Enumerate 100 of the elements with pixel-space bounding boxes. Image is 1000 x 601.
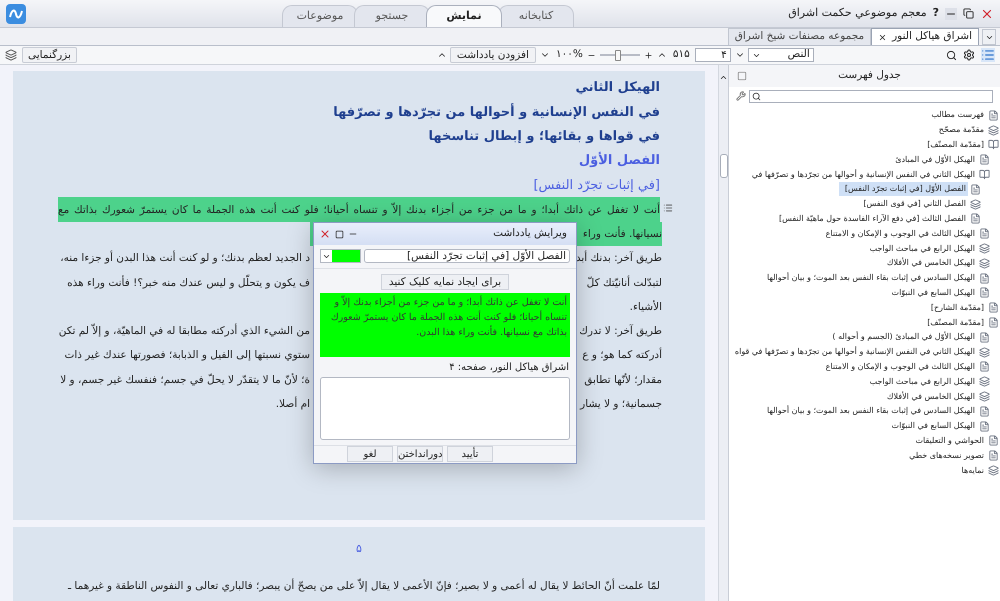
- layers-icon: [970, 198, 981, 210]
- text-line: جسمانية؛ و لا يشار: [580, 397, 662, 412]
- close-icon[interactable]: [319, 228, 331, 240]
- document-icon: [988, 450, 999, 462]
- main-tab[interactable]: موضوعات: [282, 5, 358, 27]
- tree-item[interactable]: الهيكل الثالث في الوجوب و الإمكان و الامتناع: [824, 360, 977, 374]
- help-button[interactable]: ?: [932, 5, 939, 22]
- document-icon: [979, 287, 990, 298]
- layers-icon: [988, 124, 999, 136]
- document-icon: [979, 154, 990, 166]
- tree-item[interactable]: الهيكل الرابع في مباحث الواجب: [868, 374, 977, 389]
- tree-item[interactable]: الهيكل السادس في إثبات بقاء النفس بعد الموت؛ و بيان أحوالها: [764, 404, 977, 418]
- source-label: اشراق هياكل النور، صفحه: ۴: [449, 362, 569, 373]
- zoom-in-icon[interactable]: [644, 50, 653, 60]
- tree-item[interactable]: الهيكل السابع في النبوّات: [890, 286, 977, 300]
- document-icon: [988, 435, 999, 446]
- panel-title: جدول فهرست: [837, 68, 902, 84]
- document-icon: [988, 302, 999, 314]
- tree-item[interactable]: الهيكل الثاني في النفس الإنسانية و أحوالها من تجرّدها و تصرّفها في: [750, 168, 977, 182]
- tab-list-dropdown[interactable]: [982, 29, 996, 45]
- close-tab-icon[interactable]: [878, 32, 888, 42]
- document-icon: [979, 332, 990, 343]
- layers-icon: [979, 243, 990, 254]
- text-line: الأشياء.: [630, 299, 662, 315]
- tree-item[interactable]: الهيكل الخامس في الأفلاك: [884, 390, 977, 404]
- main-tab[interactable]: جستجو: [354, 5, 430, 27]
- page-count: ۵۱۵: [672, 47, 690, 62]
- layers-icon: [988, 465, 999, 476]
- dialog-button[interactable]: تأیید: [447, 446, 493, 462]
- document-icon: [988, 110, 999, 121]
- text-line: لمّا علمت أنّ الحائط لا يقال له أعمى و لا بصير؛ فإنّ الأعمى لا يقال إلاّ على من يصحّ أن يبصر؛ فالباري تعالى و النفوس الناطقة و غيرهما ـ: [68, 580, 660, 592]
- document-icon: [979, 406, 990, 417]
- minimize-icon[interactable]: [945, 8, 957, 20]
- tree-item[interactable]: الهيكل الأوّل في المبادئ (الجسم و أحواله ): [830, 330, 977, 344]
- tree-item[interactable]: الهيكل الأوّل في المبادئ: [893, 152, 977, 167]
- text-line: طريق آخر: لا تدرك: [579, 323, 662, 340]
- document-icon: [988, 317, 999, 328]
- text-line: لتبدّلت أنانيّتك كلّ: [586, 274, 662, 291]
- dialog-button[interactable]: دورانداختن: [397, 446, 443, 462]
- document-tab[interactable]: اشراق هياكل النور: [871, 28, 979, 45]
- tree-item[interactable]: [مقدّمة الشارح]: [928, 300, 986, 315]
- book-icon: [979, 169, 990, 180]
- tree-item[interactable]: الهيكل الثالث في الوجوب و الإمكان و الامتناع: [824, 226, 977, 241]
- search-icon[interactable]: [946, 50, 957, 60]
- heading: الفصل الأوّل: [578, 151, 660, 170]
- text-line: ة؛ لأنّ ما لا يتقدّر لا يحلّ في جسم؛ فنفسك غير جسم، و لا: [60, 372, 310, 388]
- heading-field[interactable]: الفصل الأوّل [في إثبات تجرّد النفس]: [364, 249, 570, 263]
- settings-icon[interactable]: [963, 49, 975, 61]
- tree-item[interactable]: الهيكل الرابع في مباحث الواجب: [868, 242, 977, 256]
- color-dropdown[interactable]: [320, 249, 361, 263]
- scrollbar[interactable]: [718, 65, 728, 601]
- layers-icon[interactable]: [5, 49, 17, 61]
- zoom-slider[interactable]: [600, 49, 640, 61]
- document-icon: [979, 420, 990, 432]
- text-line: ستوي نسبتها إلى الفيل و الذبابة؛ فصورتها عندك غير ذات: [64, 348, 310, 364]
- tree-item[interactable]: [مقدّمة المصنّف]: [925, 138, 986, 152]
- text-line: ام أصلا.: [276, 396, 310, 412]
- slider-thumb[interactable]: [614, 50, 621, 60]
- tree-item[interactable]: الهيكل الخامس في الأفلاك: [884, 256, 977, 270]
- tree-item[interactable]: مقدّمة مصحّح: [936, 123, 986, 138]
- document-icon: [970, 184, 981, 195]
- restore-icon[interactable]: [963, 8, 974, 19]
- text-line: د الجديد لعظم بدنك؛ و لو كنت أنت هذا البدن أو جزءا منه،: [60, 250, 310, 266]
- tree-item[interactable]: تصوير نسخه‌های خطي: [907, 448, 986, 463]
- add-note-button[interactable]: افزودن یادداشت: [450, 47, 536, 63]
- panel-icon[interactable]: [737, 71, 747, 81]
- view-select[interactable]: النص: [748, 48, 814, 62]
- layers-icon: [979, 346, 990, 358]
- document-tab[interactable]: مجموعه مصنفات شيخ اشراق: [728, 28, 872, 45]
- maximize-icon[interactable]: [335, 230, 344, 238]
- heading: في النفس الإنسانية و أحوالها من تجرّدها و تصرّفها: [333, 102, 660, 122]
- scroll-thumb[interactable]: [720, 154, 728, 178]
- wrench-icon[interactable]: [736, 91, 746, 101]
- tree-item[interactable]: الهيكل السابع في النبوّات: [890, 419, 977, 434]
- heading: في قواها و بقائها؛ و إبطال تناسخها: [428, 128, 660, 146]
- page-field[interactable]: ۴: [694, 48, 731, 62]
- document-icon: [979, 228, 990, 240]
- dialog-button[interactable]: لغو: [347, 446, 393, 462]
- heading: الهيكل الثاني: [576, 79, 660, 98]
- search-field[interactable]: [749, 90, 993, 102]
- tree-item[interactable]: الهيكل السادس في إثبات بقاء النفس بعد الموت؛ و بيان أحوالها: [764, 271, 977, 286]
- tree-item[interactable]: فهرست مطالب: [929, 108, 986, 122]
- tree-item[interactable]: الفصل الثالث [في دفع الآراء الفاسدة حول ماهيّة النفس]: [777, 212, 968, 226]
- app-logo-icon: [6, 4, 26, 24]
- magnify-button[interactable]: بزرگنمایی: [22, 47, 77, 63]
- tree-item[interactable]: [مقدّمة المصنّف]: [925, 316, 986, 330]
- tree-item[interactable]: الفصل الثاني [في قوى النفس]: [861, 197, 968, 212]
- book-icon: [988, 139, 999, 150]
- tree-item[interactable]: الهيكل الثاني في النفس الإنسانية و أحوالها من تجرّدها و تصرّفها في قواه: [732, 345, 977, 360]
- list-icon[interactable]: [981, 48, 995, 62]
- tree-item[interactable]: الفصل الأوّل [في إثبات تجرّد النفس]: [838, 182, 968, 196]
- document-icon: [979, 272, 990, 284]
- tree-item[interactable]: الحواشي و التعليقات: [913, 434, 986, 448]
- document-icon: [970, 213, 981, 224]
- tree-item[interactable]: نمايه‌ها: [960, 464, 986, 478]
- create-index-button[interactable]: برای ایجاد نمایه کلیک کنید: [380, 274, 510, 290]
- main-tab[interactable]: کتابخانه: [498, 5, 574, 27]
- text-line: مقدار؛ لأنّها تطابق: [584, 372, 662, 388]
- note-icon[interactable]: [663, 203, 673, 214]
- main-tab[interactable]: نمایش: [426, 5, 502, 27]
